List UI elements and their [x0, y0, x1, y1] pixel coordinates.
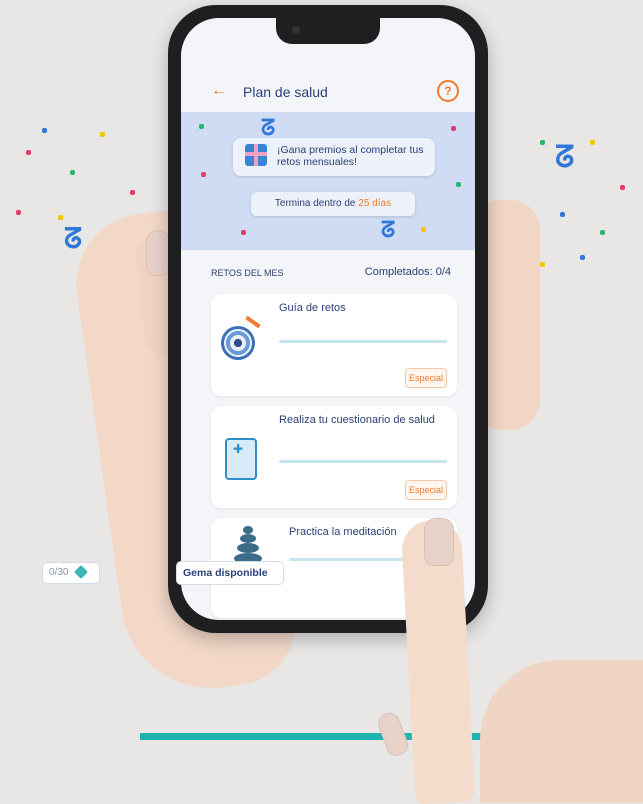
confetti-piece	[590, 140, 595, 145]
special-badge: Especial	[405, 368, 447, 388]
streamer-swirl: ᘔ	[381, 218, 396, 243]
confetti-piece	[580, 255, 585, 260]
confetti-piece	[58, 215, 63, 220]
confetti-piece	[42, 128, 47, 133]
lower-hand	[480, 660, 643, 803]
confetti-piece	[26, 150, 31, 155]
confetti-piece	[241, 230, 246, 235]
promo-card: ¡Gana premios al completar tus retos men…	[233, 138, 435, 176]
deadline-badge: Termina dentro de 25 días	[251, 192, 415, 216]
challenge-title: Realiza tu cuestionario de salud	[279, 414, 435, 426]
front-camera	[292, 26, 300, 34]
thumb-nail	[146, 230, 170, 276]
confetti-piece	[456, 182, 461, 187]
confetti-piece	[130, 190, 135, 195]
gem-counter: 0/30	[42, 562, 100, 584]
confetti-piece	[421, 227, 426, 232]
confetti-piece	[620, 185, 625, 190]
streamer-swirl: ᘔ	[555, 140, 575, 175]
confetti-piece	[201, 172, 206, 177]
dart-arrow-icon	[245, 315, 261, 329]
page-title: Plan de salud	[243, 84, 328, 100]
challenge-card[interactable]: Guía de retos Especial	[211, 294, 457, 396]
confetti-piece	[540, 140, 545, 145]
confetti-piece	[199, 124, 204, 129]
confetti-piece	[16, 210, 21, 215]
deadline-days: 25 días	[358, 198, 392, 209]
app-header: ← Plan de salud ?	[181, 78, 475, 112]
streamer-swirl: ᘔ	[64, 222, 83, 255]
section-header: RETOS DEL MES Completados: 0/4	[211, 266, 451, 278]
health-form-icon	[225, 438, 257, 480]
section-heading: RETOS DEL MES	[211, 268, 284, 278]
confetti-piece	[540, 262, 545, 267]
progress-bar	[279, 460, 447, 463]
deadline-prefix: Termina dentro de	[274, 198, 359, 209]
challenge-title: Guía de retos	[279, 302, 346, 314]
confetti-piece	[451, 126, 456, 131]
promo-text: ¡Gana premios al completar tus retos men…	[277, 144, 424, 168]
gift-icon	[245, 144, 267, 166]
confetti-piece	[600, 230, 605, 235]
challenge-card[interactable]: Realiza tu cuestionario de salud Especia…	[211, 406, 457, 508]
target-icon	[221, 326, 255, 360]
help-icon[interactable]: ?	[437, 80, 459, 102]
gem-available-button[interactable]: Gema disponible	[176, 561, 284, 585]
special-badge: Especial	[405, 480, 447, 500]
back-arrow-icon[interactable]: ←	[211, 82, 227, 100]
progress-bar	[279, 340, 447, 343]
confetti-piece	[70, 170, 75, 175]
confetti-piece	[560, 212, 565, 217]
promo-banner: ᘔ ᘔ ¡Gana premios al completar tus retos…	[181, 112, 475, 250]
stacked-stones-icon	[233, 526, 263, 564]
confetti-piece	[100, 132, 105, 137]
finger-nail	[424, 518, 454, 566]
completed-counter: Completados: 0/4	[364, 266, 451, 278]
